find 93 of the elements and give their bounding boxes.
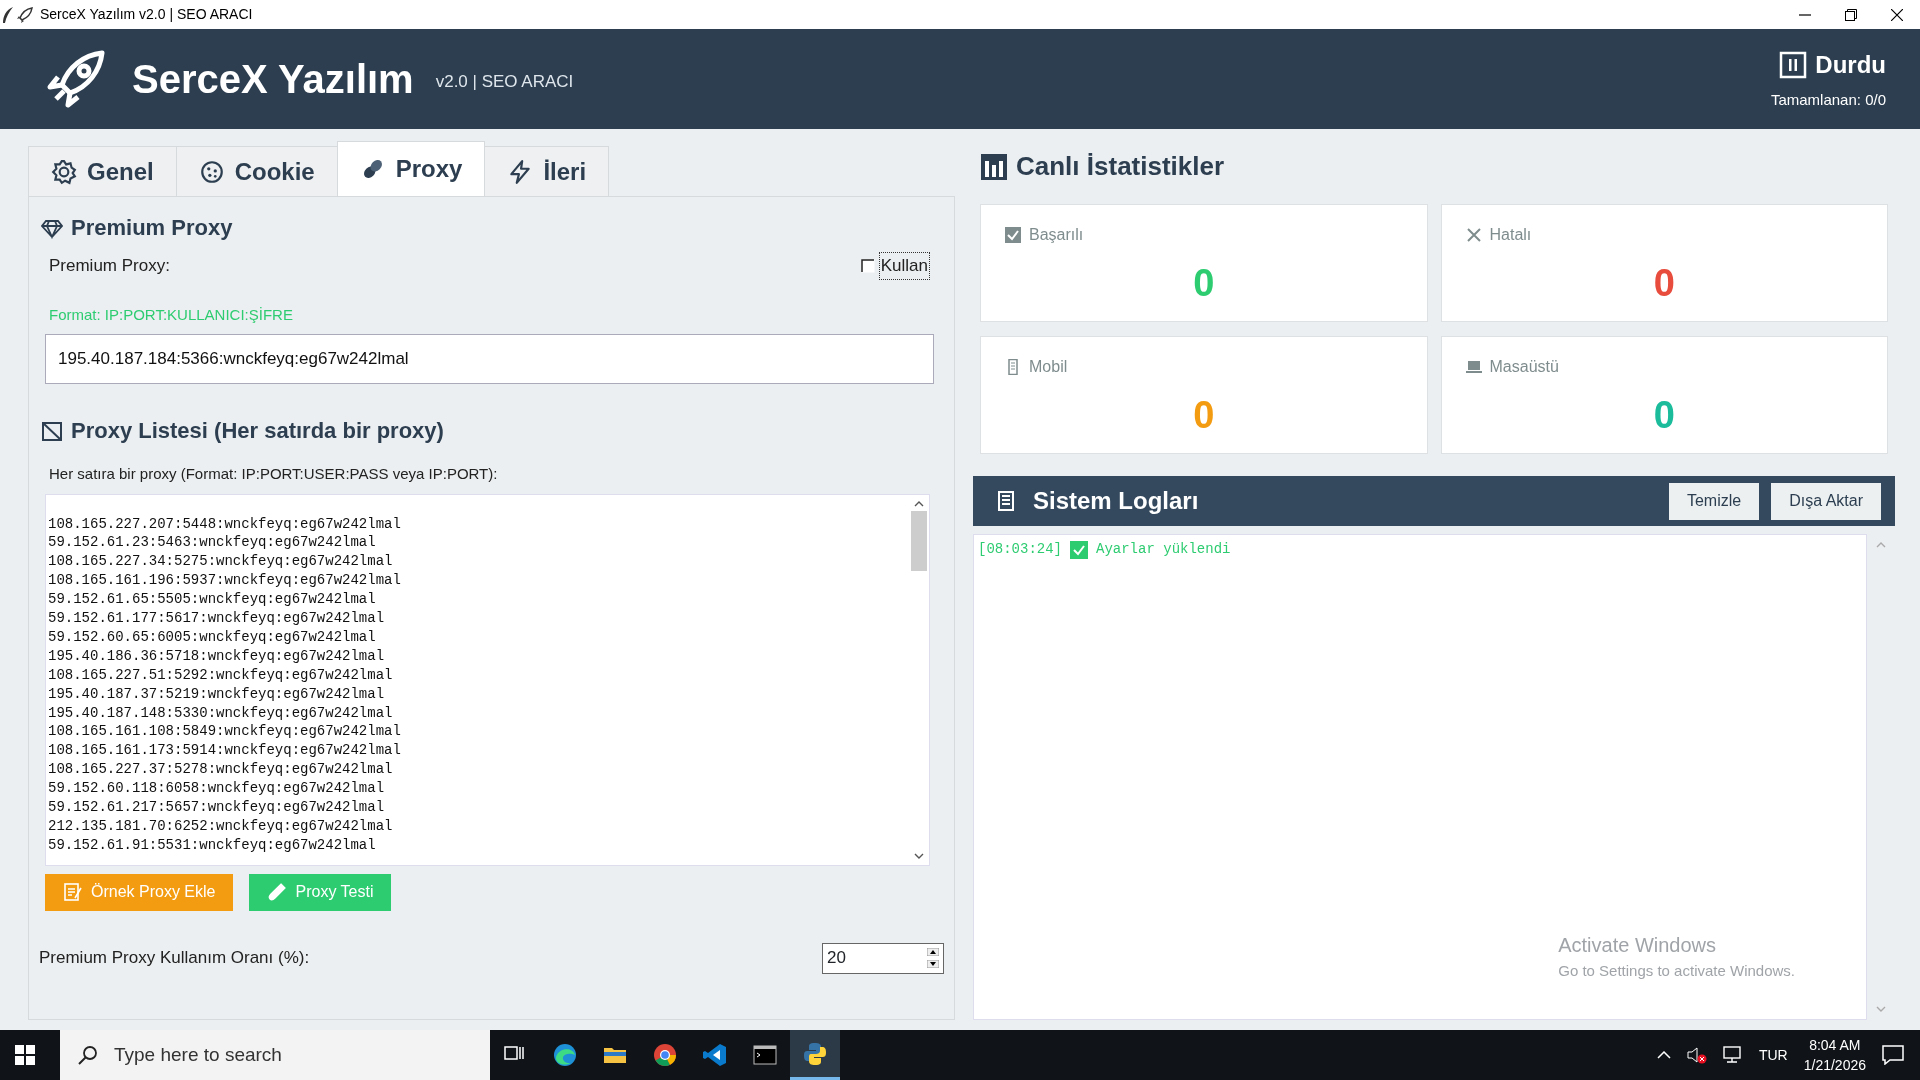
proxy-line: 108.165.227.34:5275:wnckfeyq:eg67w242lmal	[48, 552, 394, 572]
proxy-line: 59.152.61.91:5531:wnckfeyq:eg67w242lmal	[48, 835, 377, 855]
proxy-line: 108.165.227.37:5278:wnckfeyq:eg67w242lmal	[48, 760, 394, 780]
scroll-icon	[995, 489, 1017, 513]
search-icon	[78, 1045, 98, 1065]
proxy-line: 195.40.187.37:5219:wnckfeyq:eg67w242lmal	[48, 684, 386, 704]
checkbox-label[interactable]: Kullan	[878, 252, 930, 280]
spinner-value: 20	[827, 947, 846, 970]
browser-icon	[553, 1043, 577, 1067]
log-time: [08:03:24]	[978, 540, 1062, 559]
tab[interactable]: İleri	[484, 146, 610, 196]
format-hint: Format: IP:PORT:KULLANICI:ŞİFRE	[48, 304, 294, 325]
stat-label: Masaüstü	[1489, 357, 1559, 377]
minimize-icon	[1799, 13, 1811, 16]
window-title: SerceX Yazılım v2.0 | SEO ARACI	[40, 5, 253, 24]
close-icon	[1465, 227, 1482, 243]
progress-text: Tamamlanan: 0/0	[1770, 89, 1886, 110]
status-text: Durdu	[1815, 49, 1886, 80]
proxy-line: 59.152.60.118:6058:wnckfeyq:eg67w242lmal	[48, 779, 386, 799]
stat-label: Başarılı	[1029, 225, 1084, 245]
phone-icon	[1005, 359, 1021, 375]
log-message: Ayarlar yüklendi	[1096, 540, 1231, 559]
code-editor-icon	[703, 1043, 727, 1067]
scroll-up-icon[interactable]	[914, 500, 924, 507]
stat-label: Hatalı	[1489, 225, 1532, 245]
app-title: SerceX Yazılım	[132, 56, 414, 103]
close-icon	[1891, 8, 1903, 21]
version-text: v2.0 | SEO ARACI	[435, 71, 574, 94]
taskbar-button[interactable]	[790, 1030, 840, 1080]
spin-down-icon[interactable]	[927, 960, 939, 968]
proxy-line: 108.165.161.196:5937:wnckfeyq:eg67w242lmal	[48, 571, 402, 591]
proxy-line: 212.135.181.70:6252:wnckfeyq:eg67w242lmal	[48, 817, 394, 836]
pause-icon	[1779, 50, 1808, 79]
proxy-line: 59.152.61.23:5463:wnckfeyq:eg67w242lmal	[48, 533, 377, 553]
proxy-list-field[interactable]	[45, 493, 930, 866]
clock-date[interactable]: 1/21/2026	[1803, 1055, 1866, 1075]
note-icon	[63, 882, 83, 902]
watermark-text: Go to Settings to activate Windows.	[1558, 960, 1795, 981]
stat-value: 0	[1652, 393, 1676, 438]
search-placeholder: Type here to search	[114, 1042, 282, 1067]
log-button[interactable]: Temizle	[1668, 482, 1760, 520]
field-label: Premium Proxy:	[49, 255, 170, 277]
check-icon	[1070, 540, 1088, 559]
bar-chart-icon	[980, 152, 1008, 181]
tab[interactable]: Genel	[28, 146, 177, 196]
proxy-line: 59.152.61.177:5617:wnckfeyq:eg67w242lmal	[48, 609, 386, 628]
list-icon	[41, 419, 63, 442]
spin-up-icon[interactable]	[927, 948, 939, 956]
log-button[interactable]: Dışa Aktar	[1771, 482, 1881, 520]
search-field[interactable]: Type here to search	[60, 1030, 490, 1080]
watermark-title: Activate Windows	[1558, 932, 1718, 958]
laptop-icon	[1465, 359, 1482, 375]
proxy-line: 59.152.60.65:6005:wnckfeyq:eg67w242lmal	[48, 627, 377, 647]
stat-label: Mobil	[1029, 357, 1068, 377]
proxy-line: 108.165.161.173:5914:wnckfeyq:eg67w242lmal	[48, 741, 402, 761]
tab[interactable]: Proxy	[336, 141, 486, 196]
network-icon[interactable]	[1722, 1046, 1743, 1064]
field-hint: Her satıra bir proxy (Format: IP:PORT:USER:PASS veya IP:PORT):	[48, 464, 499, 484]
notification-icon[interactable]	[1882, 1045, 1904, 1065]
speaker-muted-icon[interactable]	[1686, 1046, 1707, 1064]
section-title: Premium Proxy	[71, 214, 233, 242]
chrome-icon	[653, 1043, 677, 1067]
scroll-down-icon[interactable]	[914, 852, 924, 859]
section-title: Proxy Listesi (Her satırda bir proxy)	[71, 417, 444, 445]
clock-time[interactable]: 8:04 AM	[1809, 1035, 1861, 1055]
gear-icon	[51, 158, 77, 185]
proxy-line: 59.152.61.65:5505:wnckfeyq:eg67w242lmal	[48, 590, 377, 610]
python-icon	[803, 1041, 827, 1066]
stat-value: 0	[1192, 261, 1216, 306]
proxy-line: 108.165.227.51:5292:wnckfeyq:eg67w242lmal	[48, 665, 394, 685]
rocket-icon	[16, 5, 34, 24]
ratio-label: Premium Proxy Kullanım Oranı (%):	[39, 947, 310, 970]
windows-icon	[15, 1045, 35, 1065]
proxy-line: 195.40.186.36:5718:wnckfeyq:eg67w242lmal	[48, 646, 386, 666]
scroll-thumb[interactable]	[911, 510, 927, 571]
checkbox[interactable]	[860, 258, 875, 273]
proxy-line: 59.152.61.217:5657:wnckfeyq:eg67w242lmal	[48, 798, 386, 817]
language-indicator[interactable]: TUR	[1758, 1044, 1788, 1066]
restore-icon	[1845, 8, 1857, 21]
proxy-line: 108.165.227.207:5448:wnckfeyq:eg67w242lmal	[48, 514, 402, 534]
test-tube-icon	[267, 882, 288, 902]
proxy-line: 195.40.187.148:5330:wnckfeyq:eg67w242lmal	[48, 703, 394, 723]
proxy-input[interactable]: 195.40.187.184:5366:wnckfeyq:eg67w242lmal	[45, 334, 934, 384]
terminal-icon	[753, 1043, 777, 1067]
stat-value: 0	[1652, 261, 1676, 306]
chevron-up-icon[interactable]	[1656, 1051, 1671, 1059]
proxy-line: 108.165.161.108:5849:wnckfeyq:eg67w242lmal	[48, 722, 402, 742]
stat-value: 0	[1192, 393, 1216, 438]
section-title: Canlı İstatistikler	[1016, 150, 1225, 183]
cookie-icon	[198, 158, 225, 185]
number-spinner[interactable]: 20	[822, 942, 944, 974]
checkbox-icon	[1005, 227, 1021, 243]
log-title: Sistem Logları	[1033, 486, 1199, 516]
